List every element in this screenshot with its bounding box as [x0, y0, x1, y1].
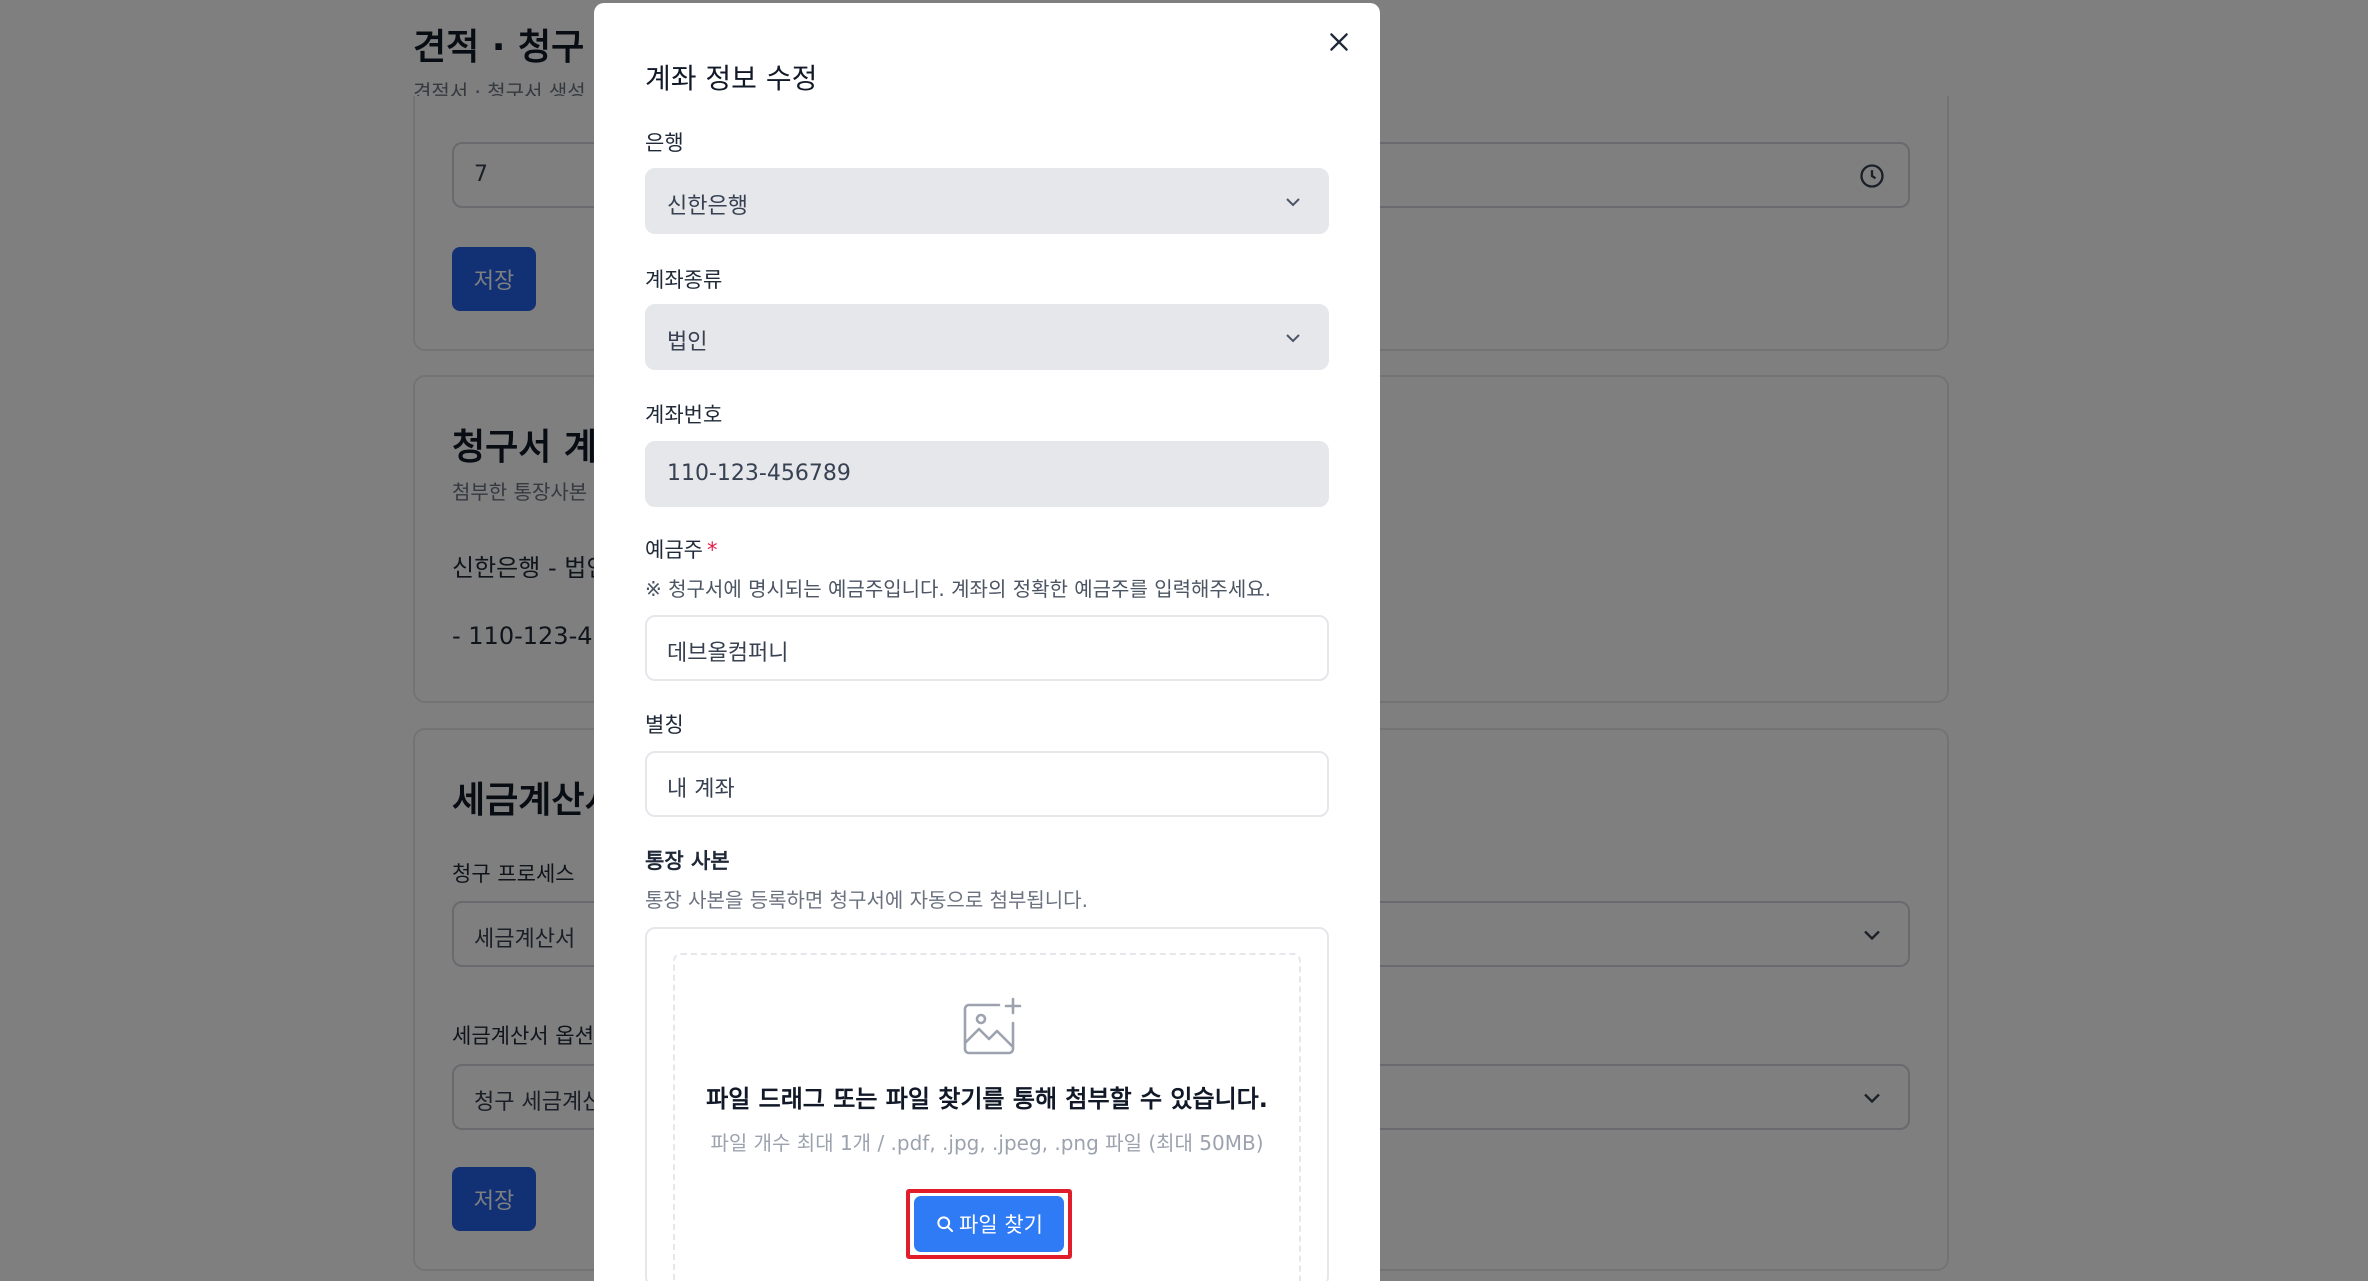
alias-field[interactable]: 내 계좌 [645, 751, 1329, 817]
search-icon [937, 1216, 954, 1233]
find-file-button[interactable]: 파일 찾기 [914, 1196, 1064, 1252]
chevron-down-icon [1286, 198, 1300, 207]
upload-constraints: 파일 개수 최대 1개 / .pdf, .jpg, .jpeg, .png 파일… [710, 1131, 1264, 1155]
holder-label: 예금주 * [645, 534, 717, 564]
holder-helper: ※ 청구서에 명시되는 예금주입니다. 계좌의 정확한 예금주를 입력해주세요. [645, 577, 1271, 601]
edit-account-modal: 계좌 정보 수정 은행 신한은행 계좌종류 법인 계좌번호 110-123-45… [594, 3, 1380, 1281]
bankbook-label: 통장 사본 [645, 849, 730, 873]
add-image-icon [963, 997, 1022, 1055]
holder-label-text: 예금주 [645, 538, 703, 562]
account-type-select[interactable]: 법인 [645, 304, 1329, 370]
close-button[interactable] [1322, 25, 1356, 59]
upload-instruction: 파일 드래그 또는 파일 찾기를 통해 첨부할 수 있습니다. [706, 1085, 1268, 1113]
chevron-down-icon [1286, 334, 1300, 343]
account-number-value: 110-123-456789 [667, 461, 851, 486]
find-file-label: 파일 찾기 [959, 1213, 1043, 1237]
account-number-field[interactable]: 110-123-456789 [645, 441, 1329, 507]
alias-label: 별칭 [645, 713, 684, 737]
account-number-label: 계좌번호 [645, 403, 723, 427]
account-type-label: 계좌종류 [645, 268, 723, 292]
modal-title: 계좌 정보 수정 [645, 62, 818, 95]
holder-field[interactable]: 데브올컴퍼니 [645, 615, 1329, 681]
account-type-select-value: 법인 [667, 330, 708, 355]
file-upload-area: 파일 드래그 또는 파일 찾기를 통해 첨부할 수 있습니다. 파일 개수 최대… [645, 927, 1329, 1281]
close-icon [1330, 33, 1348, 51]
bank-select-value: 신한은행 [667, 194, 748, 219]
bank-select[interactable]: 신한은행 [645, 168, 1329, 234]
find-file-highlight: 파일 찾기 [906, 1189, 1072, 1259]
file-dropzone[interactable]: 파일 드래그 또는 파일 찾기를 통해 첨부할 수 있습니다. 파일 개수 최대… [673, 953, 1301, 1281]
bankbook-helper: 통장 사본을 등록하면 청구서에 자동으로 첨부됩니다. [645, 888, 1088, 912]
holder-value: 데브올컴퍼니 [667, 641, 789, 666]
bank-label: 은행 [645, 131, 684, 155]
required-mark: * [706, 538, 718, 562]
alias-value: 내 계좌 [667, 777, 735, 802]
